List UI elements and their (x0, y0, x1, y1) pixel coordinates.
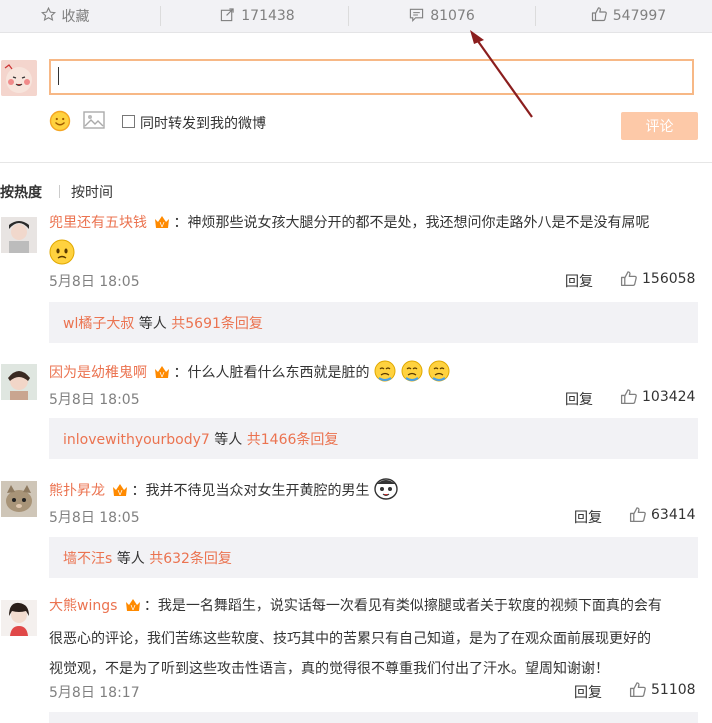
repost-button[interactable]: 171438 (175, 0, 340, 32)
like-button[interactable]: 547997 (545, 0, 712, 32)
comment-like-count: 156058 (642, 270, 696, 287)
comment-like-count: 103424 (642, 388, 696, 405)
comment-like-button[interactable]: 156058 (620, 270, 695, 287)
avatar[interactable] (1, 481, 37, 517)
vip-badge-icon: V (153, 364, 171, 387)
comment-body-line: 很恶心的评论，我们苦练这些软度、技巧其中的苦累只有自己知道，是为了在观众面前展现… (49, 631, 651, 647)
like-count: 547997 (612, 8, 667, 24)
comment-time: 5月8日 18:05 (49, 392, 140, 408)
star-icon (40, 6, 56, 26)
vip-badge-icon: V (124, 597, 142, 620)
comment-username[interactable]: 兜里还有五块钱 (49, 215, 147, 231)
repost-count: 171438 (241, 8, 295, 24)
reply-button[interactable]: 回复 (574, 682, 602, 702)
comment-time: 5月8日 18:17 (49, 685, 140, 701)
svg-text:V: V (160, 371, 165, 379)
favorite-button[interactable]: 收藏 (0, 0, 130, 32)
replies-summary: inlovewithyourbody7 等人 共1466条回复 (63, 429, 338, 449)
divider (160, 6, 161, 26)
replies-box[interactable]: 墙不汪s 等人 共632条回复 (49, 537, 698, 578)
divider (348, 6, 349, 26)
reply-username[interactable]: 墙不汪s (63, 551, 112, 567)
reply-username[interactable]: inlovewithyourbody7 (63, 432, 210, 448)
comment-body-line: ：我是一名舞蹈生，说实话每一次看见有类似擦腿或者关于软度的视频下面真的会有 (143, 598, 662, 614)
replies-box[interactable]: wl橘子大叔 等人 共5691条回复 (49, 302, 698, 343)
comment-body-line: 视觉观，不是为了听到这些攻击性语言，真的觉得很不尊重我们付出了汗水。望周知谢谢！ (49, 661, 609, 677)
reply-button[interactable]: 回复 (565, 271, 593, 291)
comment-text: 兜里还有五块钱 V ：神烦那些说女孩大腿分开的都不是处，我还想问你走路外八是不是没… (49, 213, 709, 237)
text-caret (58, 67, 59, 85)
comment-text: 因为是幼稚鬼啊 V ：什么人脏看什么东西就是脏的 (49, 360, 709, 389)
reply-button[interactable]: 回复 (574, 507, 602, 527)
comment-like-button[interactable]: 103424 (620, 388, 695, 405)
emoji-sticker-icon (49, 239, 75, 269)
sort-by-time-tab[interactable]: 按时间 (71, 182, 113, 202)
comment-body: ：什么人脏看什么东西就是脏的 (173, 365, 370, 381)
replies-mid-text: 等人 (209, 432, 247, 448)
replies-total-link[interactable]: 共1466条回复 (247, 432, 339, 448)
forward-label: 同时转发到我的微博 (140, 116, 266, 132)
comment-username[interactable]: 大熊wings (49, 598, 117, 614)
thumbs-up-icon (629, 682, 646, 698)
comment-like-button[interactable]: 51108 (629, 681, 696, 698)
comment-count: 81076 (430, 8, 475, 24)
forward-checkbox[interactable] (122, 115, 135, 128)
vip-badge-icon: V (153, 214, 171, 237)
sort-by-hot-tab[interactable]: 按热度 (0, 182, 42, 202)
comment-time: 5月8日 18:05 (49, 274, 140, 290)
repost-icon (220, 7, 235, 26)
comment-username[interactable]: 熊扑昇龙 (49, 483, 105, 499)
comment-like-count: 63414 (651, 506, 696, 523)
emoji-button[interactable] (49, 110, 71, 136)
avatar[interactable] (1, 364, 37, 400)
comment-time: 5月8日 18:05 (49, 510, 140, 526)
replies-box[interactable]: inlovewithyourbody7 等人 共1466条回复 (49, 418, 698, 459)
thumbs-up-icon (591, 6, 607, 26)
my-avatar (1, 60, 37, 96)
comment-body: ：我并不待见当众对女生开黄腔的男生 (131, 483, 370, 499)
image-icon (83, 111, 105, 129)
replies-mid-text: 等人 (134, 316, 172, 332)
smiley-icon (49, 110, 71, 132)
replies-box (49, 712, 698, 723)
comment-input[interactable] (49, 59, 694, 95)
reply-button[interactable]: 回复 (565, 389, 593, 409)
divider (535, 6, 536, 26)
replies-total-link[interactable]: 共632条回复 (149, 551, 232, 567)
avatar[interactable] (1, 600, 37, 636)
replies-total-link[interactable]: 共5691条回复 (171, 316, 263, 332)
image-button[interactable] (83, 110, 105, 134)
thumbs-up-icon (629, 507, 646, 523)
comment-username[interactable]: 因为是幼稚鬼啊 (49, 365, 147, 381)
comment-text: 熊扑昇龙 V ：我并不待见当众对女生开黄腔的男生 (49, 478, 709, 507)
section-divider (0, 162, 712, 163)
sort-divider (59, 185, 60, 198)
emoji-sticker-icon (374, 478, 398, 507)
comment-like-button[interactable]: 63414 (629, 506, 696, 523)
replies-mid-text: 等人 (112, 551, 150, 567)
reply-username[interactable]: wl橘子大叔 (63, 316, 134, 332)
comment-button[interactable]: 81076 (356, 0, 528, 32)
svg-text:V: V (130, 604, 135, 612)
comment-text: 大熊wings V ：我是一名舞蹈生，说实话每一次看见有类似擦腿或者关于软度的视频… (49, 596, 709, 680)
replies-summary: wl橘子大叔 等人 共5691条回复 (63, 313, 263, 333)
submit-comment-button[interactable]: 评论 (621, 112, 698, 140)
vip-badge-icon: V (111, 482, 129, 505)
emoji-sticker-icon (374, 360, 452, 389)
comment-icon (409, 7, 424, 26)
replies-summary: 墙不汪s 等人 共632条回复 (63, 548, 232, 568)
thumbs-up-icon (620, 389, 637, 405)
comment-body: ：神烦那些说女孩大腿分开的都不是处，我还想问你走路外八是不是没有屌呢 (173, 215, 650, 231)
svg-text:V: V (118, 489, 123, 497)
avatar[interactable] (1, 217, 37, 253)
comment-like-count: 51108 (651, 681, 696, 698)
favorite-label: 收藏 (61, 9, 90, 25)
thumbs-up-icon (620, 271, 637, 287)
svg-text:V: V (160, 221, 165, 229)
